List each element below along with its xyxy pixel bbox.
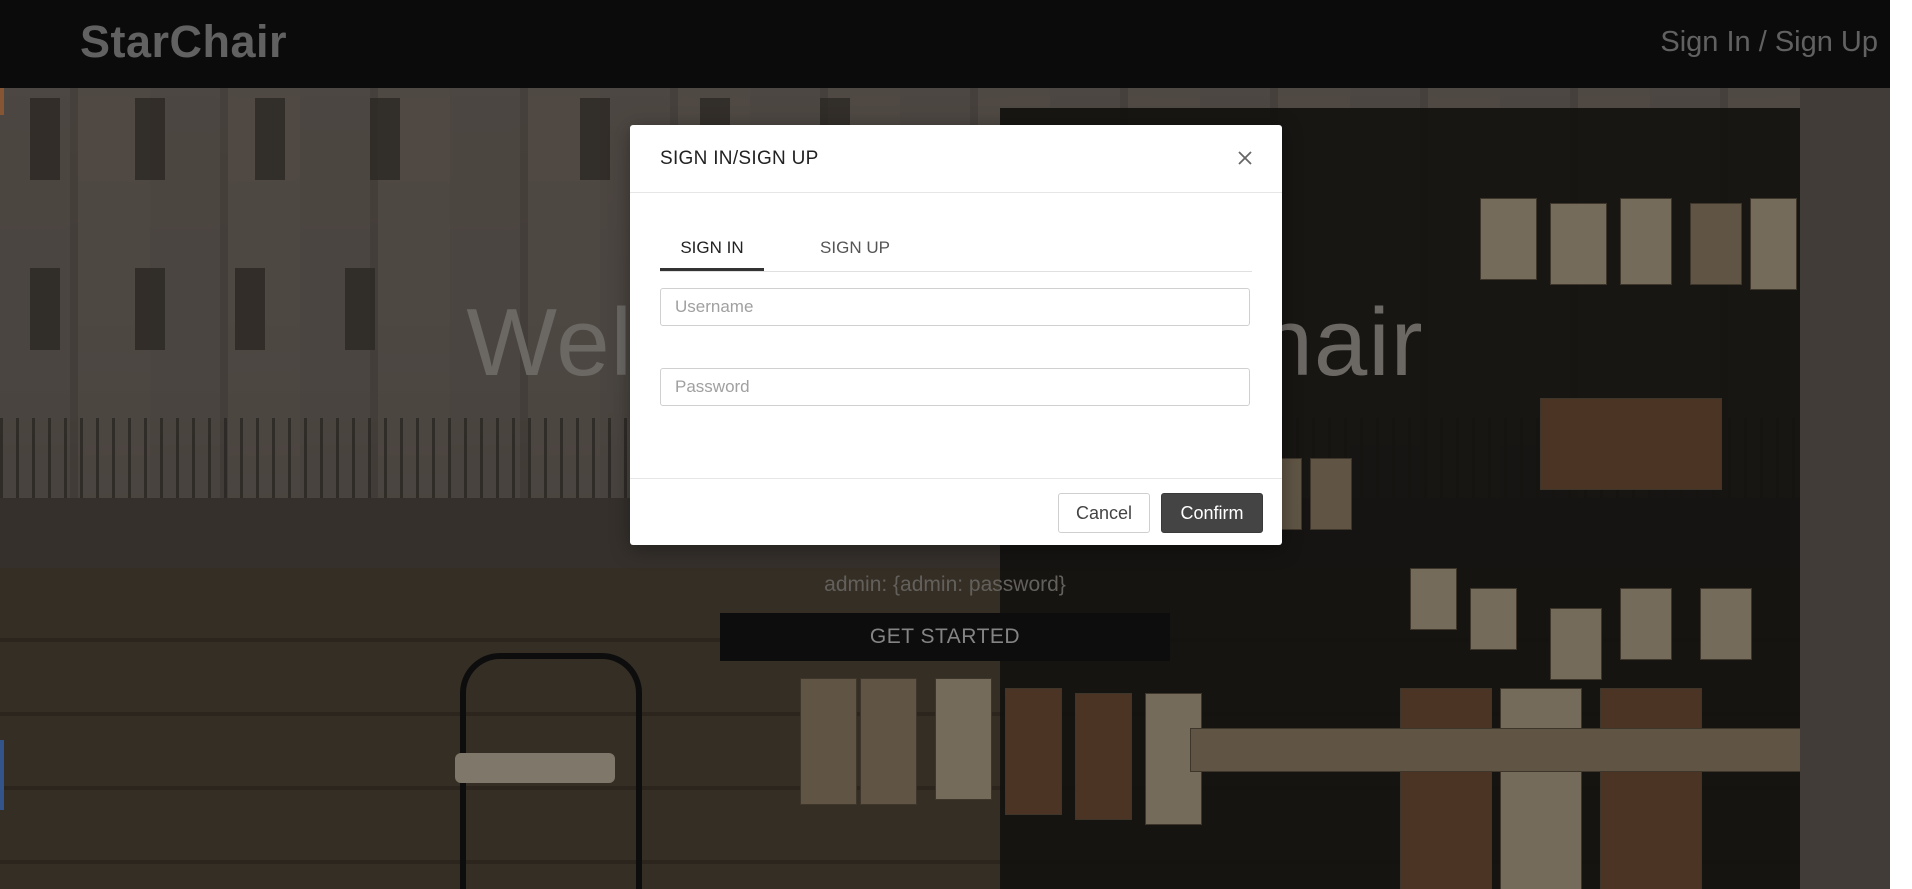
modal-footer: Cancel Confirm: [630, 478, 1282, 546]
cancel-button[interactable]: Cancel: [1058, 493, 1150, 533]
auth-tabs: SIGN IN SIGN UP: [660, 229, 1252, 272]
sign-in-modal: SIGN IN/SIGN UP SIGN IN SIGN UP Cancel C…: [630, 125, 1282, 545]
modal-header: SIGN IN/SIGN UP: [630, 125, 1282, 193]
tab-sign-up[interactable]: SIGN UP: [800, 229, 910, 271]
close-icon[interactable]: [1230, 143, 1260, 173]
username-input[interactable]: [660, 288, 1250, 326]
modal-title: SIGN IN/SIGN UP: [660, 148, 819, 169]
password-input[interactable]: [660, 368, 1250, 406]
tab-sign-in[interactable]: SIGN IN: [660, 229, 764, 271]
window-edge: [1890, 0, 1912, 889]
confirm-button[interactable]: Confirm: [1161, 493, 1263, 533]
